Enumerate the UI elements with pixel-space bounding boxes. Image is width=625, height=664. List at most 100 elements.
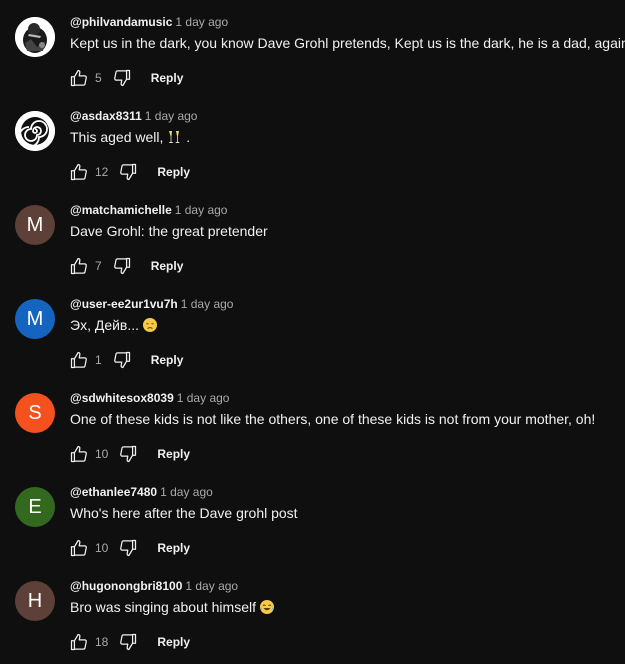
comment-actions: 7 Reply — [67, 254, 183, 278]
comment-header: @hugonongbri8100 1 day ago — [70, 578, 238, 594]
avatar-letter: S — [28, 401, 42, 424]
comment-time[interactable]: 1 day ago — [160, 485, 213, 499]
comment-author[interactable]: @hugonongbri8100 — [70, 579, 182, 593]
avatar[interactable]: M — [15, 205, 55, 245]
comment-header: @sdwhitesox8039 1 day ago — [70, 390, 229, 406]
comment-author[interactable]: @philvandamusic — [70, 15, 172, 29]
like-count: 5 — [95, 71, 102, 85]
like-count: 7 — [95, 259, 102, 273]
avatar-letter: M — [26, 307, 44, 330]
comment-thread: E @ethanlee7480 1 day ago Who's here afte… — [0, 470, 625, 564]
avatar[interactable]: M — [15, 299, 55, 339]
comment-time[interactable]: 1 day ago — [175, 203, 228, 217]
comment-author[interactable]: @sdwhitesox8039 — [70, 391, 174, 405]
comment-thread: M @matchamichelle 1 day ago Dave Grohl: t… — [0, 188, 625, 282]
comment-actions: 1 Reply — [67, 348, 183, 372]
reply-button[interactable]: Reply — [151, 259, 184, 273]
reply-button[interactable]: Reply — [157, 447, 190, 461]
dislike-button[interactable] — [110, 348, 134, 372]
comment-text: One of these kids is not like the others… — [70, 409, 595, 429]
comment-thread: H @hugonongbri8100 1 day ago Bro was sing… — [0, 564, 625, 658]
comment-time[interactable]: 1 day ago — [181, 297, 234, 311]
reply-button[interactable]: Reply — [157, 165, 190, 179]
comment-text: Who's here after the Dave grohl post — [70, 503, 298, 523]
comment-thread: M @user-ee2ur1vu7h 1 day ago Эх, Дейв... … — [0, 282, 625, 376]
like-button[interactable] — [67, 442, 91, 466]
reply-button[interactable]: Reply — [151, 71, 184, 85]
thumbs-down-icon — [113, 69, 130, 87]
avatar-letter: M — [26, 213, 44, 236]
dislike-button[interactable] — [116, 536, 140, 560]
comment-time[interactable]: 1 day ago — [145, 109, 198, 123]
thumbs-up-icon — [70, 69, 87, 87]
comment-text-body: Эх, Дейв... — [70, 317, 140, 333]
like-count: 18 — [95, 635, 109, 649]
thumbs-down-icon — [120, 163, 137, 181]
thumbs-up-icon — [70, 351, 87, 369]
thumbs-up-icon — [70, 163, 87, 181]
comment-text-body: Kept us in the dark, you know Dave Grohl… — [70, 35, 625, 51]
thumbs-down-icon — [113, 257, 130, 275]
comments-section: @philvandamusic 1 day ago Kept us in the … — [0, 0, 625, 664]
thumbs-up-icon — [70, 257, 87, 275]
dislike-button[interactable] — [110, 254, 134, 278]
comment-header: @ethanlee7480 1 day ago — [70, 484, 213, 500]
comment-author[interactable]: @asdax8311 — [70, 109, 142, 123]
avatar[interactable] — [15, 17, 55, 57]
thumbs-down-icon — [120, 633, 137, 651]
like-count: 10 — [95, 447, 109, 461]
like-button[interactable] — [67, 254, 91, 278]
like-button[interactable] — [67, 630, 91, 654]
thumbs-up-icon — [70, 633, 87, 651]
avatar[interactable]: H — [15, 581, 55, 621]
like-button[interactable] — [67, 536, 91, 560]
comment-text-body: Who's here after the Dave grohl post — [70, 505, 298, 521]
avatar[interactable]: S — [15, 393, 55, 433]
bw-photo-avatar-icon — [15, 17, 55, 57]
comment-text-body: One of these kids is not like the others… — [70, 411, 596, 427]
comment-text-suffix: . — [186, 129, 191, 145]
comment-author[interactable]: @matchamichelle — [70, 203, 172, 217]
dislike-button[interactable] — [116, 442, 140, 466]
comment-text: Эх, Дейв... — [70, 315, 158, 338]
comment-text-body: This aged well, — [70, 129, 164, 145]
thumbs-up-icon — [70, 445, 87, 463]
comment-text: Kept us in the dark, you know Dave Grohl… — [70, 33, 625, 53]
comment-thread: @philvandamusic 1 day ago Kept us in the … — [0, 0, 625, 94]
comment-actions: 10 Reply — [67, 536, 190, 560]
avatar[interactable] — [15, 111, 55, 151]
comment-actions: 18 Reply — [67, 630, 190, 654]
comment-text-body: Bro was singing about himself — [70, 599, 256, 615]
comment-header: @user-ee2ur1vu7h 1 day ago — [70, 296, 233, 312]
reply-button[interactable]: Reply — [157, 541, 190, 555]
comment-author[interactable]: @ethanlee7480 — [70, 485, 157, 499]
comment-time[interactable]: 1 day ago — [175, 15, 228, 29]
like-button[interactable] — [67, 348, 91, 372]
comment-author[interactable]: @user-ee2ur1vu7h — [70, 297, 178, 311]
thumbs-up-icon — [70, 539, 87, 557]
reply-button[interactable]: Reply — [157, 635, 190, 649]
like-count: 12 — [95, 165, 109, 179]
dislike-button[interactable] — [116, 630, 140, 654]
reply-button[interactable]: Reply — [151, 353, 184, 367]
tears-of-joy-face-icon — [259, 599, 275, 620]
thumbs-down-icon — [120, 539, 137, 557]
comment-actions: 5 Reply — [67, 66, 183, 90]
like-button[interactable] — [67, 66, 91, 90]
comment-actions: 10 Reply — [67, 442, 190, 466]
avatar-letter: E — [28, 495, 42, 518]
dislike-button[interactable] — [116, 160, 140, 184]
comment-actions: 12 Reply — [67, 160, 190, 184]
comment-text: This aged well, . — [70, 127, 190, 150]
spiral-avatar-icon — [15, 111, 55, 151]
avatar[interactable]: E — [15, 487, 55, 527]
dislike-button[interactable] — [110, 66, 134, 90]
comment-time[interactable]: 1 day ago — [177, 391, 230, 405]
comment-time[interactable]: 1 day ago — [185, 579, 238, 593]
comment-thread: @asdax8311 1 day ago This aged well, . 12… — [0, 94, 625, 188]
thumbs-down-icon — [120, 445, 137, 463]
like-button[interactable] — [67, 160, 91, 184]
comment-text-body: Dave Grohl: the great pretender — [70, 223, 268, 239]
thumbs-down-icon — [113, 351, 130, 369]
avatar-letter: H — [27, 589, 43, 612]
